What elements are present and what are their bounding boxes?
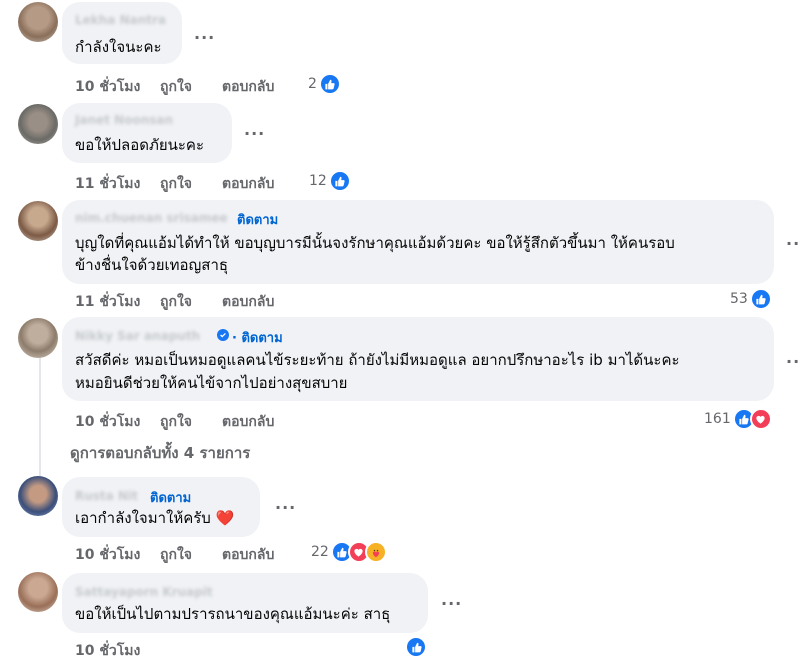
- follow-button[interactable]: ติดตาม: [237, 209, 278, 230]
- comment-time[interactable]: 10 ชั่วโมง: [75, 544, 140, 566]
- like-button[interactable]: ถูกใจ: [160, 291, 192, 313]
- comment-text: กำลังใจนะคะ: [75, 38, 162, 56]
- thread-line: [39, 350, 41, 490]
- like-icon: [318, 73, 341, 95]
- comment-time[interactable]: 11 ชั่วโมง: [75, 173, 140, 195]
- comment-author[interactable]: Rusta Nit: [75, 489, 138, 503]
- more-options-icon[interactable]: ···: [786, 352, 800, 371]
- comment-text: เอากำลังใจมาให้ครับ ❤️: [75, 509, 235, 527]
- like-icon: [749, 288, 772, 310]
- comment-time[interactable]: 10 ชั่วโมง: [75, 640, 140, 662]
- reaction-summary[interactable]: 2: [308, 73, 341, 95]
- more-options-icon[interactable]: ···: [275, 498, 296, 517]
- heart-icon: [749, 408, 772, 430]
- more-options-icon[interactable]: ···: [194, 28, 215, 47]
- comment-time[interactable]: 10 ชั่วโมง: [75, 411, 140, 433]
- view-replies-link[interactable]: ดูการตอบกลับทั้ง 4 รายการ: [70, 441, 250, 465]
- more-options-icon[interactable]: ···: [441, 594, 462, 613]
- reaction-count: 22: [311, 544, 329, 560]
- avatar[interactable]: [18, 201, 58, 241]
- reaction-count: 53: [730, 291, 748, 307]
- avatar[interactable]: [18, 104, 58, 144]
- comment-text: ขอให้ปลอดภัยนะคะ: [75, 136, 205, 154]
- follow-label: ติดตาม: [241, 331, 283, 346]
- reaction-summary[interactable]: 161: [704, 408, 772, 430]
- comment-author[interactable]: Sattayaporn Kruapit: [75, 585, 213, 599]
- avatar[interactable]: [18, 476, 58, 516]
- like-button[interactable]: ถูกใจ: [160, 544, 192, 566]
- verified-badge-icon: [217, 329, 229, 341]
- comment-text-line-2: ข้างชื่นใจด้วยเทอญสาธุ: [75, 256, 229, 274]
- more-options-icon[interactable]: ···: [786, 234, 800, 253]
- follow-button[interactable]: ติดตาม: [150, 487, 191, 508]
- comment-text-line-1: สวัสดีค่ะ หมอเป็นหมอดูแลคนไข้ระยะท้าย ถ้…: [75, 351, 680, 369]
- avatar[interactable]: [18, 318, 58, 358]
- like-button[interactable]: ถูกใจ: [160, 173, 192, 195]
- comment-text: ขอให้เป็นไปตามปรารถนาของคุณแอ้มนะค่ะ สาธ…: [75, 605, 391, 623]
- avatar[interactable]: [18, 2, 58, 42]
- reaction-summary[interactable]: [405, 636, 427, 658]
- comment-text-line-2: หมอยินดีช่วยให้คนไข้จากไปอย่างสุขสบาย: [75, 374, 348, 392]
- reply-button[interactable]: ตอบกลับ: [222, 291, 274, 313]
- reply-button[interactable]: ตอบกลับ: [222, 544, 274, 566]
- reaction-summary[interactable]: 22: [311, 541, 387, 563]
- reaction-summary[interactable]: 53: [730, 288, 772, 310]
- comment-author[interactable]: Janet Noonsan: [75, 113, 173, 127]
- reply-button[interactable]: ตอบกลับ: [222, 76, 274, 98]
- reply-button[interactable]: ตอบกลับ: [222, 411, 274, 433]
- comment-time[interactable]: 11 ชั่วโมง: [75, 291, 140, 313]
- reaction-count: 2: [308, 76, 317, 92]
- like-button[interactable]: ถูกใจ: [160, 76, 192, 98]
- comment-time[interactable]: 10 ชั่วโมง: [75, 76, 140, 98]
- comment-author[interactable]: nim.chuenan srisamee: [75, 211, 228, 225]
- reaction-count: 12: [309, 173, 327, 189]
- like-icon: [405, 636, 427, 658]
- care-icon: [364, 541, 387, 563]
- reaction-summary[interactable]: 12: [309, 170, 351, 192]
- more-options-icon[interactable]: ···: [244, 124, 265, 143]
- comment-author[interactable]: Lekha Nantra: [75, 13, 166, 27]
- comment-text-line-1: บุญใดที่คุณแอ้มได้ทำให้ ขอบุญบารมีนั้นจง…: [75, 234, 675, 252]
- like-icon: [328, 170, 351, 192]
- avatar[interactable]: [18, 572, 58, 612]
- reply-button[interactable]: ตอบกลับ: [222, 173, 274, 195]
- like-button[interactable]: ถูกใจ: [160, 411, 192, 433]
- comment-author[interactable]: Nikky Sar anaputh: [75, 329, 200, 343]
- follow-button[interactable]: · ติดตาม: [232, 327, 283, 348]
- reaction-count: 161: [704, 411, 731, 427]
